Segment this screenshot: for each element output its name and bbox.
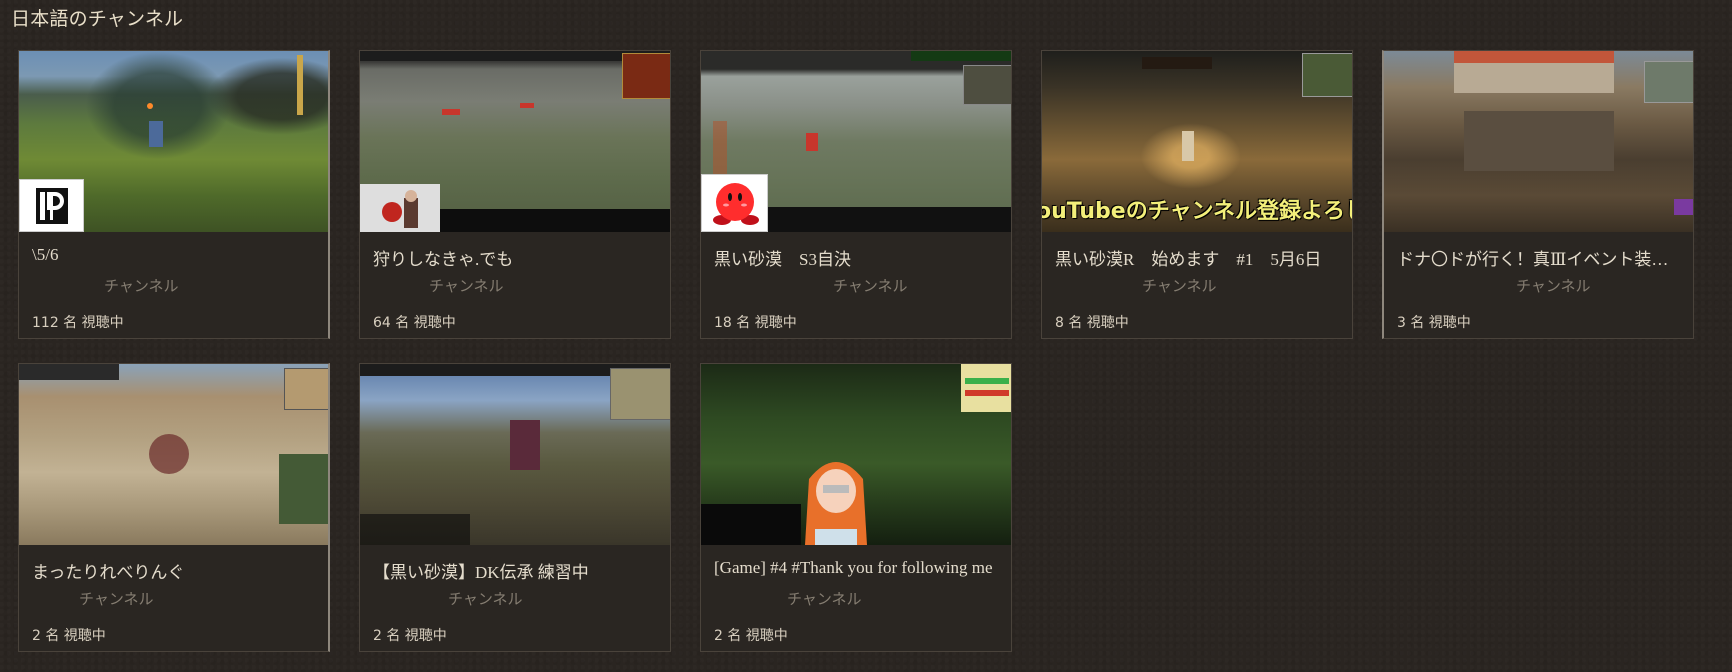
streamer-camera xyxy=(360,184,440,232)
viewer-count: 2 名 視聴中 xyxy=(373,628,447,644)
stream-card[interactable]: 黒い砂漠 S3自決 チャンネル 18 名 視聴中 xyxy=(700,50,1012,339)
channel-name[interactable]: チャンネル xyxy=(833,275,908,296)
channel-name[interactable]: チャンネル xyxy=(1142,275,1217,296)
stream-title[interactable]: \5/6 xyxy=(32,245,314,265)
stream-thumbnail[interactable] xyxy=(19,51,328,232)
stream-banner-text: ouTubeのチャンネル登録よろし xyxy=(1042,199,1352,224)
viewer-count: 64 名 視聴中 xyxy=(373,315,456,331)
channel-name[interactable]: チャンネル xyxy=(104,275,179,296)
section-title: 日本語のチャンネル xyxy=(11,8,184,30)
stream-thumbnail[interactable] xyxy=(701,51,1011,232)
stream-thumbnail[interactable]: ouTubeのチャンネル登録よろし xyxy=(1042,51,1352,232)
stream-title[interactable]: 狩りしなきゃ.でも xyxy=(373,245,655,270)
card-meta: 狩りしなきゃ.でも チャンネル 64 名 視聴中 xyxy=(360,232,670,338)
viewer-count: 2 名 視聴中 xyxy=(32,628,106,644)
stream-card[interactable]: まったりれべりんぐ チャンネル 2 名 視聴中 xyxy=(18,363,330,652)
card-meta: [Game] #4 #Thank you for following me チャ… xyxy=(701,545,1011,651)
p-logo-icon xyxy=(35,187,68,224)
stream-thumbnail[interactable] xyxy=(701,364,1011,545)
card-meta: 【黒い砂漠】DK伝承 練習中 チャンネル 2 名 視聴中 xyxy=(360,545,670,651)
card-meta: まったりれべりんぐ チャンネル 2 名 視聴中 xyxy=(19,545,328,651)
kirby-icon xyxy=(712,183,759,225)
stream-thumbnail[interactable] xyxy=(19,364,328,545)
card-meta: 黒い砂漠 S3自決 チャンネル 18 名 視聴中 xyxy=(701,232,1011,338)
stream-card[interactable]: [Game] #4 #Thank you for following me チャ… xyxy=(700,363,1012,652)
avatar-icon xyxy=(382,190,418,228)
card-meta: ドナ〇ドが行く！真Ⅲイベント装備をエヴォ チャンネル 3 名 視聴中 xyxy=(1384,232,1693,338)
stream-card[interactable]: ouTubeのチャンネル登録よろし 黒い砂漠R 始めます #1 5月6日 チャン… xyxy=(1041,50,1353,339)
stream-title[interactable]: 黒い砂漠 S3自決 xyxy=(714,245,996,270)
stream-title[interactable]: ドナ〇ドが行く！真Ⅲイベント装備をエヴォ xyxy=(1397,245,1679,270)
stream-title[interactable]: 【黒い砂漠】DK伝承 練習中 xyxy=(373,558,655,583)
stream-thumbnail[interactable] xyxy=(360,51,670,232)
channel-name[interactable]: チャンネル xyxy=(79,588,154,609)
stream-card[interactable]: 【黒い砂漠】DK伝承 練習中 チャンネル 2 名 視聴中 xyxy=(359,363,671,652)
channel-logo-p xyxy=(19,179,84,232)
card-meta: 黒い砂漠R 始めます #1 5月6日 チャンネル 8 名 視聴中 xyxy=(1042,232,1352,338)
stream-thumbnail[interactable] xyxy=(1384,51,1693,232)
stream-thumbnail[interactable] xyxy=(360,364,670,545)
viewer-count: 8 名 視聴中 xyxy=(1055,315,1129,331)
channel-logo-kirby xyxy=(701,174,768,232)
stream-title[interactable]: [Game] #4 #Thank you for following me xyxy=(714,558,996,578)
viewer-count: 18 名 視聴中 xyxy=(714,315,797,331)
stream-card[interactable]: 狩りしなきゃ.でも チャンネル 64 名 視聴中 xyxy=(359,50,671,339)
stream-card[interactable]: \5/6 チャンネル 112 名 視聴中 xyxy=(18,50,330,339)
viewer-count: 112 名 視聴中 xyxy=(32,315,124,331)
viewer-count: 3 名 視聴中 xyxy=(1397,315,1471,331)
channel-name[interactable]: チャンネル xyxy=(448,588,523,609)
viewer-count: 2 名 視聴中 xyxy=(714,628,788,644)
channel-name[interactable]: チャンネル xyxy=(429,275,504,296)
stream-card[interactable]: ドナ〇ドが行く！真Ⅲイベント装備をエヴォ チャンネル 3 名 視聴中 xyxy=(1382,50,1694,339)
channel-name[interactable]: チャンネル xyxy=(1516,275,1591,296)
channel-name[interactable]: チャンネル xyxy=(787,588,862,609)
card-meta: \5/6 チャンネル 112 名 視聴中 xyxy=(19,232,328,338)
stream-title[interactable]: まったりれべりんぐ xyxy=(32,558,314,583)
stream-title[interactable]: 黒い砂漠R 始めます #1 5月6日 xyxy=(1055,245,1337,270)
anime-avatar-icon xyxy=(805,462,867,545)
